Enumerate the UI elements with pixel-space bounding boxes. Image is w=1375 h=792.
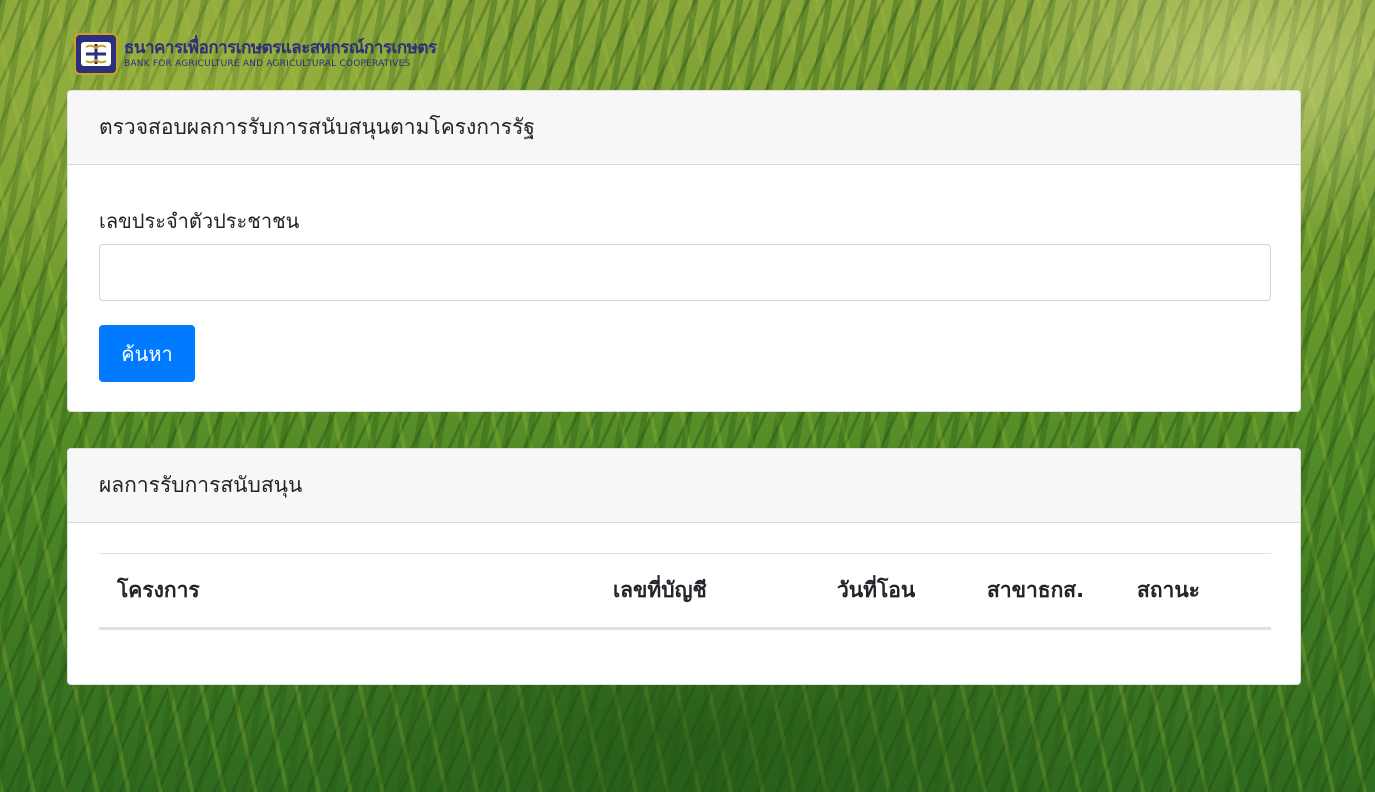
column-header-status: สถานะ <box>1119 553 1271 630</box>
results-card-header: ผลการรับการสนับสนุน <box>68 449 1300 523</box>
column-header-project: โครงการ <box>99 553 595 630</box>
search-card-title: ตรวจสอบผลการรับการสนับสนุนตามโครงการรัฐ <box>99 115 535 139</box>
results-table-header-row: โครงการ เลขที่บัญชี วันที่โอน สาขาธกส. ส… <box>99 553 1271 630</box>
baac-emblem-icon <box>74 33 118 75</box>
citizen-id-label: เลขประจำตัวประชาชน <box>99 209 300 233</box>
column-header-baac-branch: สาขาธกส. <box>969 553 1119 630</box>
results-card-title: ผลการรับการสนับสนุน <box>99 473 303 497</box>
search-card-header: ตรวจสอบผลการรับการสนับสนุนตามโครงการรัฐ <box>68 91 1300 165</box>
search-button[interactable]: ค้นหา <box>99 325 195 382</box>
baac-logo: ธนาคารเพื่อการเกษตรและสหกรณ์การเกษตร BAN… <box>74 33 437 75</box>
search-card: ตรวจสอบผลการรับการสนับสนุนตามโครงการรัฐ … <box>67 90 1301 412</box>
logo-thai-name: ธนาคารเพื่อการเกษตรและสหกรณ์การเกษตร <box>124 37 437 58</box>
logo-english-name: BANK FOR AGRICULTURE AND AGRICULTURAL CO… <box>124 58 411 69</box>
column-header-account-number: เลขที่บัญชี <box>595 553 819 630</box>
citizen-id-input[interactable] <box>99 244 1271 301</box>
results-table: โครงการ เลขที่บัญชี วันที่โอน สาขาธกส. ส… <box>99 553 1271 630</box>
column-header-transfer-date: วันที่โอน <box>819 553 969 630</box>
results-card: ผลการรับการสนับสนุน โครงการ เลขที่บัญชี … <box>67 448 1301 685</box>
